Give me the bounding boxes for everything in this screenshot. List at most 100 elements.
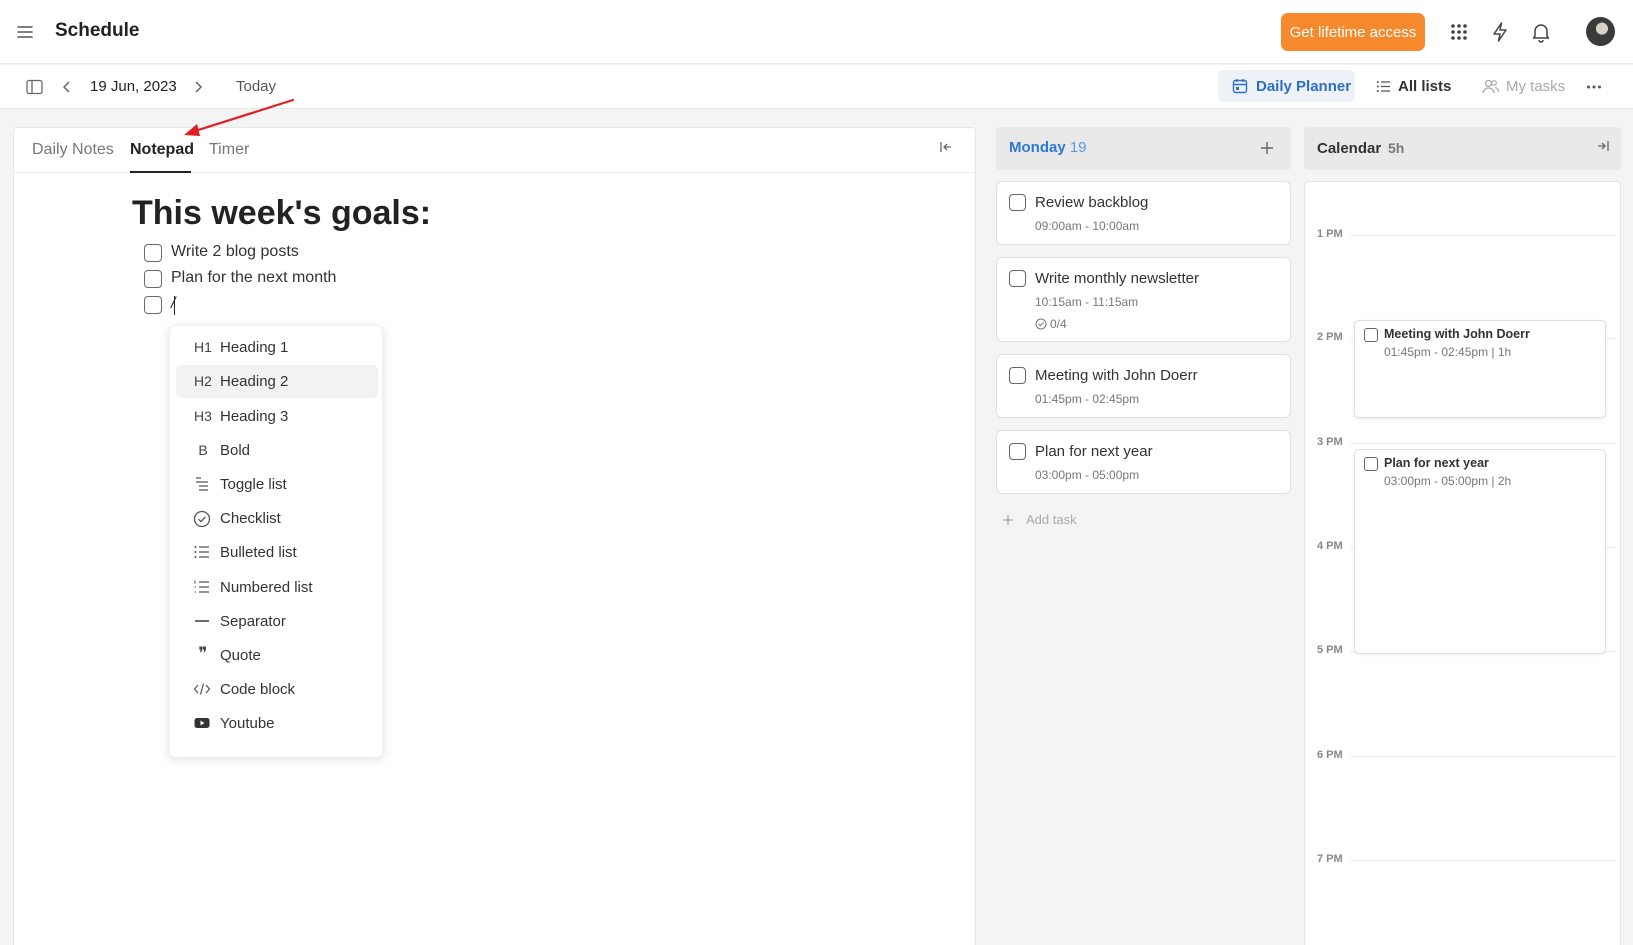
lightning-icon[interactable] (1489, 21, 1511, 43)
checklist-checkbox[interactable] (144, 270, 162, 288)
heading-1-icon: H1 (194, 339, 212, 355)
code-icon (193, 681, 213, 699)
get-lifetime-access-button[interactable]: Get lifetime access (1281, 13, 1425, 51)
task-checkbox[interactable] (1009, 270, 1026, 287)
menu-item-heading-2[interactable]: H2 Heading 2 (176, 365, 378, 398)
checklist-checkbox[interactable] (144, 244, 162, 262)
menu-item-bold[interactable]: B Bold (176, 434, 378, 467)
expand-panel-icon[interactable] (1596, 139, 1610, 153)
tab-timer[interactable]: Timer (209, 141, 249, 159)
menu-icon[interactable] (15, 22, 35, 42)
add-icon[interactable] (1260, 141, 1274, 155)
text-cursor (174, 296, 175, 315)
task-name: Plan for next year (1035, 443, 1153, 460)
check-circle-icon (193, 510, 213, 528)
avatar[interactable] (1586, 17, 1615, 46)
collapse-panel-icon[interactable] (939, 140, 953, 154)
menu-item-label: Heading 1 (220, 339, 289, 356)
menu-item-checklist[interactable]: Checklist (176, 502, 378, 535)
task-name: Review backblog (1035, 194, 1149, 211)
menu-item-label: Heading 2 (220, 373, 289, 390)
day-column-header: Monday 19 (996, 127, 1291, 170)
page-title: Schedule (55, 20, 140, 41)
calendar-event[interactable]: Plan for next year 03:00pm - 05:00pm | 2… (1354, 449, 1606, 654)
daily-planner-view-button[interactable]: Daily Planner (1218, 70, 1355, 102)
hour-label: 5 PM (1317, 644, 1343, 656)
users-icon (1482, 78, 1499, 95)
checklist-text[interactable]: Plan for the next month (171, 269, 336, 287)
menu-item-youtube[interactable]: Youtube (176, 707, 378, 740)
tab-daily-notes[interactable]: Daily Notes (32, 141, 114, 159)
task-time: 03:00pm - 05:00pm (1035, 468, 1140, 482)
menu-item-heading-1[interactable]: H1 Heading 1 (176, 331, 378, 364)
hour-label: 2 PM (1317, 331, 1343, 343)
menu-item-label: Quote (220, 647, 261, 664)
day-number: 19 (1069, 139, 1087, 156)
hour-label: 1 PM (1317, 228, 1343, 240)
menu-item-label: Bulleted list (220, 544, 297, 561)
menu-item-label: Code block (220, 681, 296, 698)
notepad-tabs: Daily Notes Notepad Timer (14, 128, 975, 173)
hour-gridline (1350, 756, 1616, 757)
calendar-title: Calendar (1317, 140, 1382, 157)
active-tab-indicator (130, 171, 191, 173)
event-checkbox[interactable] (1364, 328, 1378, 342)
my-tasks-label: My tasks (1506, 78, 1566, 95)
task-card[interactable]: Meeting with John Doerr 01:45pm - 02:45p… (996, 354, 1291, 418)
task-card[interactable]: Plan for next year 03:00pm - 05:00pm (996, 430, 1291, 494)
task-time: 10:15am - 11:15am (1035, 295, 1139, 309)
tab-notepad[interactable]: Notepad (130, 141, 194, 159)
bold-icon: B (198, 442, 208, 458)
slash-command-menu: H1 Heading 1 H2 Heading 2 H3 Heading 3 B… (169, 325, 383, 758)
task-checkbox[interactable] (1009, 367, 1026, 384)
bulleted-list-icon (193, 544, 213, 562)
subtask-progress: 0/4 (1035, 317, 1067, 331)
task-name: Write monthly newsletter (1035, 270, 1199, 287)
checklist-text[interactable]: Write 2 blog posts (171, 243, 299, 261)
menu-item-label: Toggle list (220, 476, 287, 493)
event-checkbox[interactable] (1364, 457, 1378, 471)
calendar-header: Calendar 5h (1304, 127, 1621, 170)
daily-planner-label: Daily Planner (1256, 78, 1352, 95)
hour-gridline (1350, 443, 1616, 444)
checklist-checkbox[interactable] (144, 296, 162, 314)
today-button[interactable]: Today (236, 78, 276, 95)
next-day-icon[interactable] (192, 79, 204, 95)
event-time: 03:00pm - 05:00pm | 2h (1384, 474, 1512, 488)
annotation-arrow (180, 96, 300, 140)
quote-icon: ❞ (198, 644, 208, 663)
hour-label: 7 PM (1317, 853, 1343, 865)
menu-item-heading-3[interactable]: H3 Heading 3 (176, 400, 378, 433)
menu-item-quote[interactable]: ❞ Quote (176, 639, 378, 672)
sidebar-toggle-icon[interactable] (26, 79, 43, 95)
task-time: 01:45pm - 02:45pm (1035, 392, 1140, 406)
all-lists-label: All lists (1398, 78, 1452, 95)
task-checkbox[interactable] (1009, 194, 1026, 211)
apps-grid-icon[interactable] (1448, 21, 1470, 43)
notepad-heading[interactable]: This week's goals: (132, 194, 431, 233)
day-name: Monday 19 (1009, 139, 1087, 156)
task-card[interactable]: Review backblog 09:00am - 10:00am (996, 181, 1291, 245)
more-options-icon[interactable] (1586, 83, 1602, 91)
event-name: Meeting with John Doerr (1384, 327, 1530, 341)
task-checkbox[interactable] (1009, 443, 1026, 460)
hour-gridline (1350, 235, 1616, 236)
calendar-timeline: 1 PM 2 PM 3 PM 4 PM 5 PM 6 PM 7 PM Meeti… (1304, 181, 1621, 945)
numbered-list-icon (193, 579, 213, 597)
menu-item-label: Checklist (220, 510, 281, 527)
previous-day-icon[interactable] (61, 79, 73, 95)
menu-item-numbered-list[interactable]: Numbered list (176, 571, 378, 604)
menu-item-bulleted-list[interactable]: Bulleted list (176, 536, 378, 569)
top-bar: Schedule Get lifetime access (0, 0, 1633, 64)
task-card[interactable]: Write monthly newsletter 10:15am - 11:15… (996, 257, 1291, 342)
menu-item-code-block[interactable]: Code block (176, 673, 378, 706)
menu-item-separator[interactable]: Separator (176, 605, 378, 638)
current-date[interactable]: 19 Jun, 2023 (90, 78, 177, 95)
menu-item-toggle-list[interactable]: Toggle list (176, 468, 378, 501)
menu-item-label: Bold (220, 442, 251, 459)
bell-icon[interactable] (1530, 21, 1552, 43)
calendar-event[interactable]: Meeting with John Doerr 01:45pm - 02:45p… (1354, 320, 1606, 418)
hour-label: 3 PM (1317, 436, 1343, 448)
hour-label: 4 PM (1317, 540, 1343, 552)
notepad-panel: Daily Notes Notepad Timer This week's go… (13, 127, 976, 945)
